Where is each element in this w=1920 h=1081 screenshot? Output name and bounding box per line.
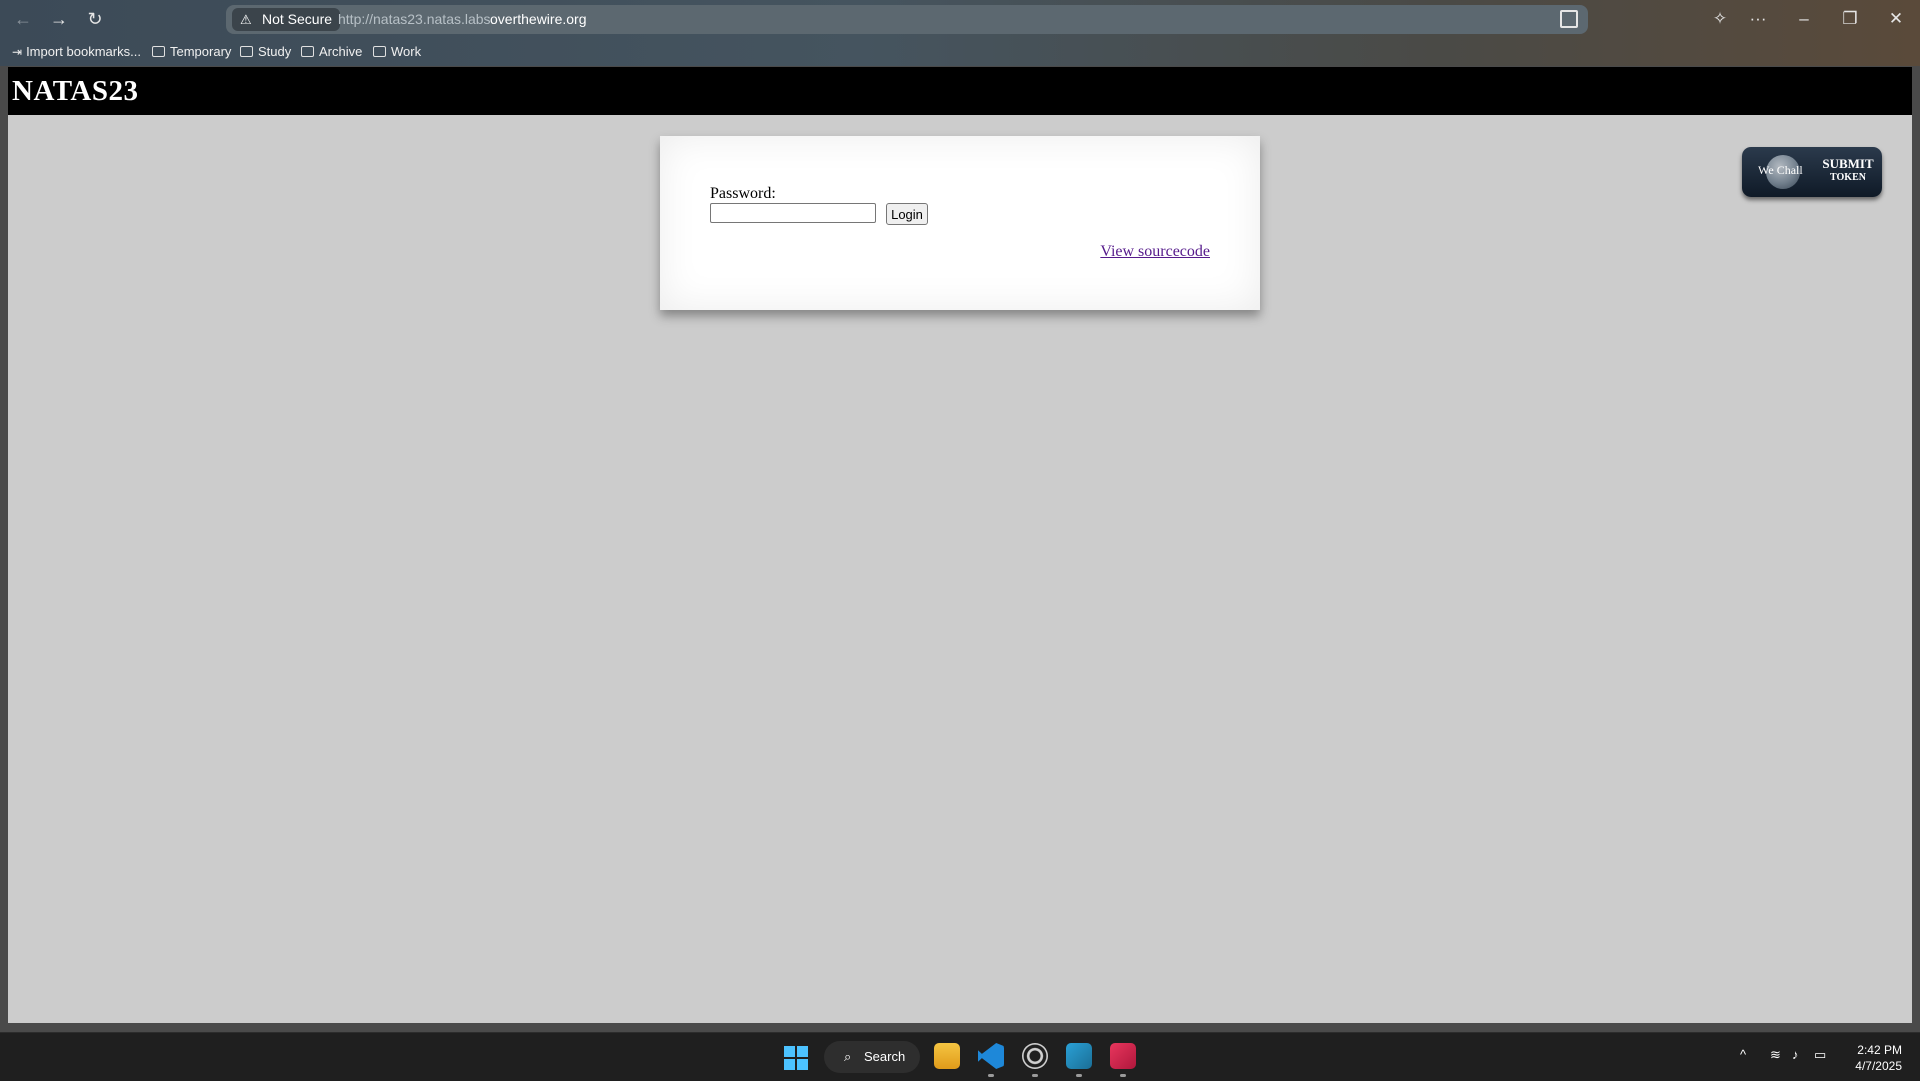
password-input[interactable] (710, 203, 876, 223)
battery-icon[interactable]: ▭ (1814, 1047, 1826, 1063)
site-title: NATAS23 (12, 75, 139, 107)
obs-icon[interactable] (1022, 1043, 1048, 1069)
folder-icon (240, 46, 253, 57)
more-menu-icon[interactable]: ··· (1742, 6, 1774, 32)
bookmark-folder-study[interactable]: Study (240, 42, 291, 62)
security-indicator[interactable]: ⚠ Not Secure (232, 8, 340, 31)
warning-icon: ⚠ (240, 12, 252, 27)
submit-token-label: SUBMIT TOKEN (1818, 157, 1878, 185)
bookmarks-bar: ⇥ Import bookmarks... Temporary Study Arc… (0, 40, 1920, 64)
browser-toolbar: ← → ↻ ⚠ Not Secure http://natas23.natas.… (0, 0, 1920, 66)
tray-overflow-icon[interactable]: ^ (1740, 1047, 1746, 1062)
pinned-app-icon[interactable] (1110, 1043, 1136, 1069)
folder-icon (152, 46, 165, 57)
visual-studio-icon[interactable] (1066, 1043, 1092, 1069)
minimize-button[interactable]: – (1788, 6, 1820, 32)
token-text: TOKEN (1830, 172, 1866, 183)
wechall-text: We Chall (1758, 163, 1803, 177)
wifi-icon[interactable]: ≋ (1770, 1047, 1781, 1063)
search-label: Search (864, 1049, 906, 1064)
login-panel: Password: Login View sourcecode (660, 136, 1260, 310)
bookmark-label: Study (258, 44, 292, 59)
import-icon: ⇥ (12, 45, 23, 59)
windows-start-icon[interactable] (784, 1046, 808, 1070)
bookmark-label: Archive (319, 44, 363, 59)
close-window-button[interactable]: ✕ (1880, 6, 1912, 32)
site-header: NATAS23 (8, 67, 1912, 115)
security-label: Not Secure (262, 11, 333, 27)
file-explorer-icon[interactable] (934, 1043, 960, 1069)
restore-button[interactable]: ❐ (1834, 6, 1866, 32)
page-viewport: NATAS23 Password: Login View sourcecode … (8, 67, 1912, 1023)
submit-text: SUBMIT (1822, 156, 1874, 171)
bookmark-folder-work[interactable]: Work (373, 42, 421, 62)
forward-button[interactable]: → (44, 6, 74, 32)
url-domain: overthewire.org (490, 11, 587, 27)
address-bar[interactable]: ⚠ Not Secure http://natas23.natas.labs. … (226, 5, 1588, 34)
password-label: Password: (710, 185, 776, 202)
taskbar: ⌕ Search ^ ≋ ♪ ▭ 2:42 PM 4/7/2025 (0, 1032, 1920, 1081)
folder-icon (301, 46, 314, 57)
submit-token-button[interactable]: We Chall SUBMIT TOKEN (1742, 147, 1882, 197)
running-indicator (1120, 1074, 1126, 1077)
reader-view-icon[interactable] (1560, 10, 1578, 28)
bookmark-folder-archive[interactable]: Archive (301, 42, 362, 62)
running-indicator (1032, 1074, 1038, 1077)
bookmark-import[interactable]: ⇥ Import bookmarks... (12, 42, 141, 62)
url-prefix: http://natas23.natas.labs. (338, 11, 495, 27)
view-sourcecode-link[interactable]: View sourcecode (1100, 243, 1210, 261)
extensions-icon[interactable]: ✧ (1704, 6, 1736, 32)
search-icon: ⌕ (844, 1049, 852, 1064)
login-button[interactable]: Login (886, 203, 928, 225)
bookmark-label: Import bookmarks... (26, 44, 141, 59)
clock[interactable]: 2:42 PM 4/7/2025 (1842, 1042, 1902, 1074)
folder-icon (373, 46, 386, 57)
running-indicator (988, 1074, 994, 1077)
back-button[interactable]: ← (8, 6, 38, 32)
bookmark-folder-temporary[interactable]: Temporary (152, 42, 231, 62)
vscode-icon[interactable] (978, 1043, 1004, 1069)
running-indicator (1076, 1074, 1082, 1077)
volume-icon[interactable]: ♪ (1792, 1047, 1799, 1062)
reload-button[interactable]: ↻ (80, 6, 110, 32)
bookmark-label: Work (391, 44, 422, 59)
clock-time: 2:42 PM (1857, 1043, 1902, 1057)
clock-date: 4/7/2025 (1855, 1059, 1902, 1073)
bookmark-label: Temporary (170, 44, 232, 59)
taskbar-search[interactable]: ⌕ Search (824, 1041, 920, 1073)
